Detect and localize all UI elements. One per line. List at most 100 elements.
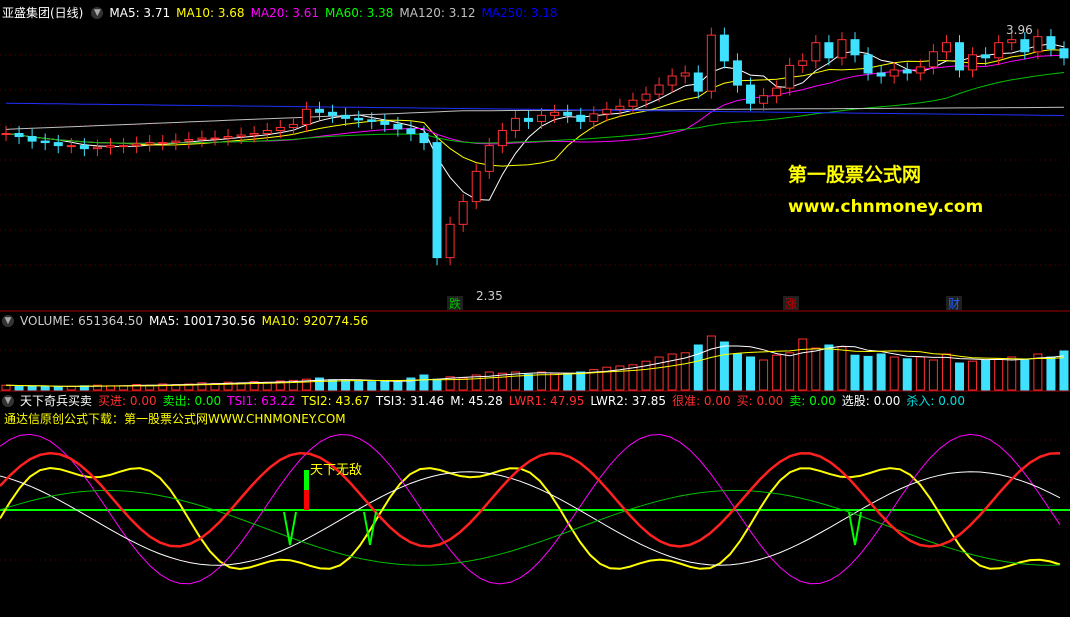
candle-body: [510, 117, 520, 131]
candle-body: [641, 93, 651, 101]
candle-body: [746, 84, 756, 104]
marker-跌: 跌: [449, 296, 461, 311]
candle-body: [66, 145, 76, 148]
candle-body: [759, 95, 769, 104]
volume-bar: [563, 373, 573, 391]
volume-bar: [40, 385, 50, 391]
sell-signal: [283, 511, 297, 546]
candle-body: [628, 99, 638, 107]
candle-body: [53, 142, 63, 147]
indicator-legend-11: 选股: 0.00: [841, 394, 901, 408]
stock-name[interactable]: 亚盛集团(日线): [2, 5, 83, 21]
volume-bar: [732, 353, 742, 391]
watermark-cn: 第一股票公式网: [788, 164, 922, 186]
volume-bar: [354, 380, 364, 391]
candle-body: [537, 114, 547, 122]
candle-body: [380, 120, 390, 125]
candle-body: [523, 117, 533, 122]
tsi3-line: [0, 471, 1061, 566]
candle-body: [184, 139, 194, 142]
volume-bar: [393, 381, 403, 391]
marker-财: 财: [948, 297, 960, 311]
promo-text: 通达信原创公式下载：第一股票公式网WWW.CHNMONEY.COM: [4, 412, 346, 426]
candle-body: [197, 137, 207, 141]
indicator-legend-5: M: 45.28: [450, 394, 503, 408]
candle-body: [719, 34, 729, 62]
volume-bar: [955, 362, 965, 391]
candle-body: [915, 66, 925, 74]
candle-body: [210, 137, 220, 140]
candle-body: [876, 72, 886, 77]
indicator-legend-0: 买进: 0.00: [98, 394, 157, 408]
candle-body: [432, 142, 442, 259]
volume-bar: [14, 385, 24, 391]
volume-bar: [798, 338, 808, 391]
candle-body: [367, 119, 377, 122]
candle-body: [1020, 39, 1030, 53]
volume-bar: [915, 356, 925, 391]
candle-body: [14, 133, 24, 138]
ma250-line: [5, 102, 1065, 116]
sell-signal: [848, 511, 862, 546]
volume-bar: [824, 344, 834, 391]
candle-body: [785, 64, 795, 89]
volume-bar: [837, 346, 847, 391]
indicator-legend-2: TSI1: 63.22: [227, 394, 296, 408]
candle-body: [393, 123, 403, 130]
ma-legend-4: MA120: 3.12: [399, 6, 476, 20]
candle-body: [419, 133, 429, 144]
candle-body: [262, 129, 272, 135]
candle-body: [40, 140, 50, 144]
volume-bar: [746, 356, 756, 391]
candle-body: [301, 108, 311, 125]
indicator-legend-8: 很准: 0.00: [672, 394, 731, 408]
volume-bar: [380, 381, 390, 391]
watermark-url: www.chnmoney.com: [788, 197, 984, 217]
stock-chart: 3.96 2.35 跌 涨 财天下无敌: [0, 23, 1070, 585]
candle-body: [105, 145, 115, 148]
candle-body: [458, 201, 468, 225]
volume-bar: [850, 354, 860, 391]
candle-body: [981, 54, 991, 59]
candle-body: [275, 126, 285, 131]
candle-body: [1007, 39, 1017, 44]
candle-body: [941, 42, 951, 53]
volume-bar: [889, 356, 899, 391]
volume-bar: [1046, 356, 1056, 391]
candle-body: [341, 114, 351, 119]
ma-legend-2: MA20: 3.61: [250, 6, 319, 20]
collapse-icon[interactable]: ▼: [91, 7, 104, 19]
collapse-icon[interactable]: ▼: [2, 395, 14, 407]
candle-body: [79, 145, 89, 150]
candle-body: [1, 133, 11, 136]
candle-body: [445, 223, 455, 259]
signal-text: 天下无敌: [310, 463, 362, 478]
volume-bar: [772, 354, 782, 391]
volume-legend-1: MA5: 1001730.56: [149, 314, 256, 328]
candle-body: [889, 69, 899, 77]
candle-body: [158, 142, 168, 145]
candle-body: [955, 42, 965, 71]
indicator-legend-9: 买: 0.00: [736, 394, 784, 408]
volume-bar: [419, 374, 429, 391]
indicator-legend-4: TSI3: 31.46: [375, 394, 445, 408]
volume-bar: [576, 371, 586, 391]
volume-bar: [550, 372, 560, 391]
candle-body: [314, 108, 324, 113]
volume-bar: [1059, 350, 1069, 391]
volume-legend-0: VOLUME: 651364.50: [20, 314, 143, 328]
indicator-title[interactable]: 天下奇兵买卖: [20, 393, 92, 409]
indicator-legend-6: LWR1: 47.95: [508, 394, 585, 408]
candle-body: [1033, 36, 1043, 53]
candle-body: [602, 108, 612, 115]
candle-body: [772, 87, 782, 97]
collapse-icon[interactable]: ▼: [2, 315, 14, 327]
candle-body: [863, 54, 873, 74]
candle-body: [576, 114, 586, 122]
candle-body: [328, 111, 338, 116]
candle-body: [497, 129, 507, 147]
candle-body: [928, 51, 938, 68]
volume-bar: [994, 358, 1004, 391]
indicator-legend-items: 买进: 0.00 卖出: 0.00 TSI1: 63.22 TSI2: 43.67 TS…: [98, 393, 971, 409]
volume-bar: [1, 384, 11, 391]
